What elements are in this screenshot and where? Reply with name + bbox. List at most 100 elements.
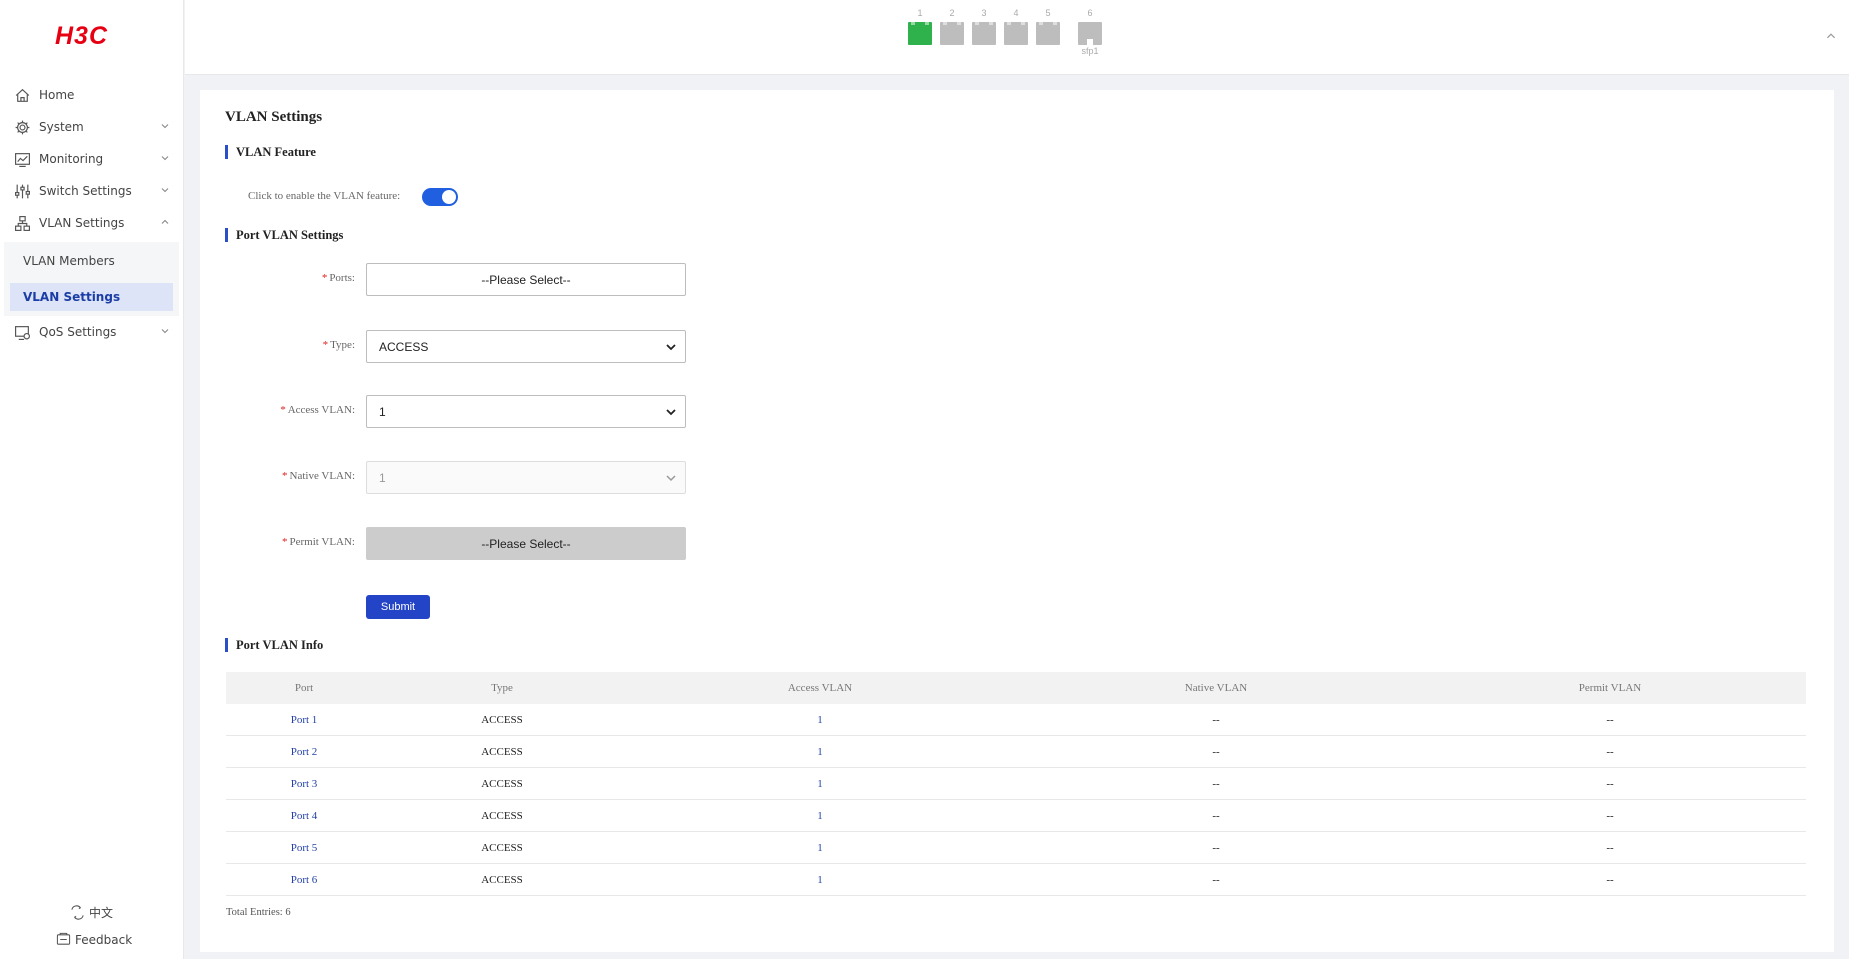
section-title-port-vlan-settings: Port VLAN Settings <box>225 228 343 242</box>
permit-vlan-select: --Please Select-- <box>366 527 686 560</box>
type-cell: ACCESS <box>481 873 523 886</box>
port-number: 5 <box>1045 8 1051 18</box>
chevron-down-icon <box>161 156 169 161</box>
home-icon <box>14 87 31 104</box>
table-row: Port 2 ACCESS 1 -- -- <box>226 736 1806 768</box>
port-2-status[interactable]: 2 <box>939 8 965 45</box>
table-row: Port 3 ACCESS 1 -- -- <box>226 768 1806 800</box>
native-vlan-select: 1 <box>366 461 686 494</box>
qos-icon <box>14 324 31 341</box>
submit-button[interactable]: Submit <box>366 595 430 619</box>
access-vlan-cell[interactable]: 1 <box>622 832 1018 863</box>
access-vlan-select[interactable]: 1 <box>366 395 686 428</box>
port-link[interactable]: Port 2 <box>226 736 382 767</box>
table-row: Port 1 ACCESS 1 -- -- <box>226 704 1806 736</box>
sidebar-item-switch-settings[interactable]: Switch Settings <box>0 175 184 207</box>
port-down-indicator <box>1004 22 1028 45</box>
port-down-indicator <box>1036 22 1060 45</box>
port-1-status[interactable]: 1 <box>907 8 933 45</box>
native-vlan-cell: -- <box>1212 713 1220 726</box>
permit-vlan-cell: -- <box>1606 809 1614 822</box>
native-vlan-cell: -- <box>1212 841 1220 854</box>
sidebar-item-home[interactable]: Home <box>0 79 184 111</box>
native-vlan-cell: -- <box>1212 873 1220 886</box>
permit-vlan-cell: -- <box>1606 777 1614 790</box>
permit-vlan-cell: -- <box>1606 745 1614 758</box>
table-header: Port Type Access VLAN Native VLAN Permit… <box>226 672 1806 704</box>
port-number: 1 <box>917 8 923 18</box>
type-label-text: Type: <box>330 339 355 351</box>
port-sublabel: sfp1 <box>1081 46 1099 56</box>
chevron-up-icon[interactable] <box>1825 30 1837 42</box>
access-vlan-label-text: Access VLAN: <box>287 404 355 416</box>
port-link[interactable]: Port 5 <box>226 832 382 863</box>
column-header: Port <box>294 682 314 694</box>
section-title-vlan-feature: VLAN Feature <box>225 145 316 159</box>
type-select[interactable]: ACCESS <box>366 330 686 363</box>
sidebar: H3C Home System Monitoring Switch Settin… <box>0 0 184 959</box>
port-vlan-table: Port Type Access VLAN Native VLAN Permit… <box>226 672 1806 896</box>
access-vlan-cell[interactable]: 1 <box>622 864 1018 895</box>
page-title: VLAN Settings <box>225 109 323 125</box>
port-link[interactable]: Port 1 <box>226 704 382 735</box>
access-vlan-cell[interactable]: 1 <box>622 768 1018 799</box>
port-4-status[interactable]: 4 <box>1003 8 1029 45</box>
access-vlan-cell[interactable]: 1 <box>622 736 1018 767</box>
required-mark: * <box>282 470 288 482</box>
gear-icon <box>14 119 31 136</box>
sfp-port-indicator <box>1078 22 1102 45</box>
required-mark: * <box>280 404 286 416</box>
port-number: 4 <box>1013 8 1019 18</box>
language-label: 中文 <box>89 906 114 920</box>
port-number: 2 <box>949 8 955 18</box>
port-number: 3 <box>981 8 987 18</box>
monitor-chart-icon <box>14 151 31 168</box>
h3c-logo[interactable]: H3C <box>55 22 108 51</box>
sidebar-item-label: QoS Settings <box>39 325 117 339</box>
native-vlan-cell: -- <box>1212 745 1220 758</box>
sidebar-item-system[interactable]: System <box>0 111 184 143</box>
port-down-indicator <box>940 22 964 45</box>
access-vlan-cell[interactable]: 1 <box>622 704 1018 735</box>
required-mark: * <box>321 272 328 284</box>
port-number: 6 <box>1087 8 1093 18</box>
port-5-status[interactable]: 5 <box>1035 8 1061 45</box>
port-6-status[interactable]: 6 sfp1 <box>1077 8 1103 56</box>
access-vlan-cell[interactable]: 1 <box>622 800 1018 831</box>
language-switch[interactable]: 中文 <box>70 904 113 921</box>
permit-vlan-cell: -- <box>1606 713 1614 726</box>
table-row: Port 4 ACCESS 1 -- -- <box>226 800 1806 832</box>
ports-select[interactable]: --Please Select-- <box>366 263 686 296</box>
table-row: Port 5 ACCESS 1 -- -- <box>226 832 1806 864</box>
vlan-feature-toggle[interactable] <box>422 188 458 206</box>
sidebar-item-label: Switch Settings <box>39 184 132 198</box>
access-vlan-label: * Access VLAN: <box>240 404 355 416</box>
sidebar-item-qos-settings[interactable]: QoS Settings <box>0 316 184 348</box>
total-entries: Total Entries: 6 <box>226 907 291 918</box>
sidebar-item-vlan-settings[interactable]: VLAN Settings <box>0 207 184 239</box>
type-cell: ACCESS <box>481 745 523 758</box>
type-select-value: ACCESS <box>379 339 429 354</box>
port-down-indicator <box>972 22 996 45</box>
permit-vlan-cell: -- <box>1606 873 1614 886</box>
sidebar-subitem-vlan-members[interactable]: VLAN Members <box>10 247 173 275</box>
port-link[interactable]: Port 4 <box>226 800 382 831</box>
port-link[interactable]: Port 6 <box>226 864 382 895</box>
top-bar: 1 2 3 4 5 6 sfp1 <box>185 0 1849 75</box>
sidebar-subitem-vlan-settings[interactable]: VLAN Settings <box>10 283 173 311</box>
sidebar-item-label: Monitoring <box>39 152 104 166</box>
required-mark: * <box>282 536 288 548</box>
vlan-feature-label: Click to enable the VLAN feature: <box>248 190 401 202</box>
sidebar-item-monitoring[interactable]: Monitoring <box>0 143 184 175</box>
sidebar-item-label: System <box>39 120 84 134</box>
column-header: Access VLAN <box>787 682 853 694</box>
port-link[interactable]: Port 3 <box>226 768 382 799</box>
native-vlan-cell: -- <box>1212 809 1220 822</box>
feedback-icon <box>56 932 71 945</box>
access-vlan-value: 1 <box>379 404 386 419</box>
feedback-link[interactable]: Feedback <box>56 932 132 947</box>
native-vlan-cell: -- <box>1212 777 1220 790</box>
section-title-port-vlan-info: Port VLAN Info <box>225 638 323 652</box>
port-3-status[interactable]: 3 <box>971 8 997 45</box>
chevron-down-icon <box>161 329 169 334</box>
